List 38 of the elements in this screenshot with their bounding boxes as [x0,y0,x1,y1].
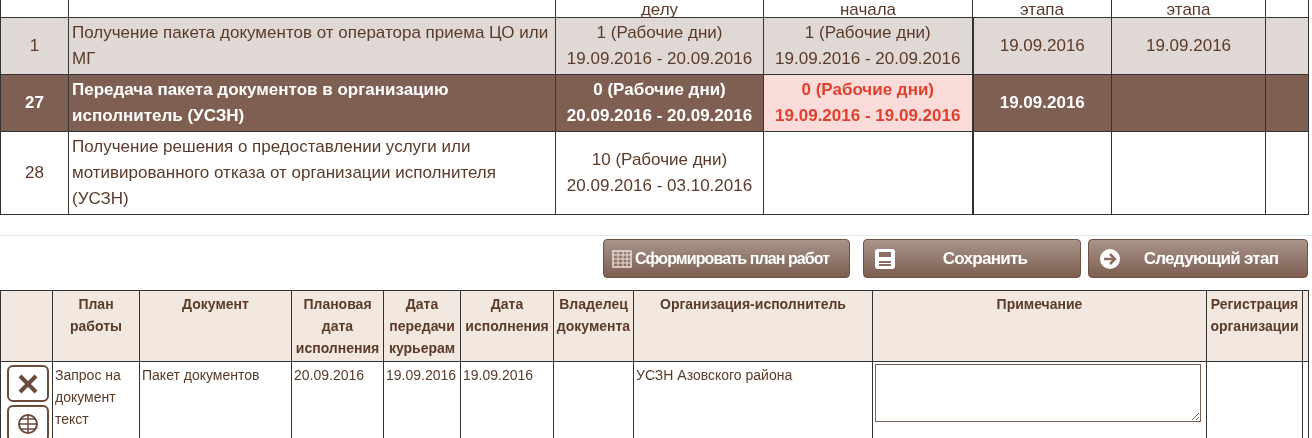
table-cell: 27 [0,74,69,132]
column-header: этапа [1166,0,1211,19]
table-cell: Передача пакета документов в организацию исполнитель (УСЗН) [68,74,556,132]
table-cell: Получение пакета документов от оператора приема ЦО или МГ [68,17,556,75]
stage-row[interactable]: 27 Передача пакета документов в организацию исполнитель (УСЗН) 0 (Рабочие дни) 20.09.2016 - 20.09.2016 0 (Рабочие дни) 19.09.2016 - 19.09.2016 19.09.2016 [0,74,1309,132]
column-header: Плановая дата исполнения [295,296,380,356]
table-cell: 19.09.2016 [463,367,534,383]
column-header: делу [640,0,679,19]
action-button[interactable]: Сохранить [863,239,1081,278]
column-header: Примечание [996,296,1083,312]
column-header: План работы [70,296,122,334]
action-button[interactable]: Следующий этап [1088,239,1308,278]
column-header: Дата передачи курьерам [388,296,456,356]
table-cell: Запрос на документ текст [55,367,121,427]
action-button[interactable]: Сформировать план работ [603,239,850,278]
stage-row[interactable]: 1 Получение пакета документов от оператора приема ЦО или МГ 1 (Рабочие дни) 19.09.2016 - 20.09.2016 1 (Рабочие дни) 19.09.2016 - 20.09.2016 19.09.2016 19.09.2016 [0,17,1309,75]
stage-row[interactable]: 28 Получение решения о предоставлении услуги или мотивированного отказа от организации исполнителя (УСЗН) 10 (Рабочие дни) 20.09.2016 - 03.10.2016 [0,131,1309,215]
column-header: Документ [182,296,249,312]
column-header: Организация-исполнитель [660,296,846,312]
column-header: этапа [1020,0,1064,19]
table-cell: 19.09.2016 [999,36,1085,55]
table-cell: 28 [0,131,69,215]
table-cell: Получение решения о предоставлении услуги или мотивированного отказа от организации исполнителя (УСЗН) [68,131,556,215]
table-cell: 19.09.2016 [999,93,1085,112]
table-cell: 19.09.2016 [1145,36,1232,55]
table-cell: 1 [0,17,69,75]
table-cell: 20.09.2016 [294,367,365,383]
column-header: Регистрация организации [1210,296,1299,334]
column-header: начала [839,0,897,19]
column-header: Дата исполнения [465,296,549,334]
column-header: Владелец документа [556,296,631,334]
table-cell: 1 (Рабочие дни) 19.09.2016 - 20.09.2016 [555,17,764,75]
table-cell: 0 (Рабочие дни) 20.09.2016 - 20.09.2016 [555,74,764,132]
table-cell: УСЗН Азовского района [636,367,793,383]
table-cell: 0 (Рабочие дни) 19.09.2016 - 19.09.2016 [763,74,973,132]
table-cell: Пакет документов [142,367,260,383]
table-cell: 10 (Рабочие дни) 20.09.2016 - 03.10.2016 [555,131,764,215]
table-cell: 19.09.2016 [386,367,457,383]
